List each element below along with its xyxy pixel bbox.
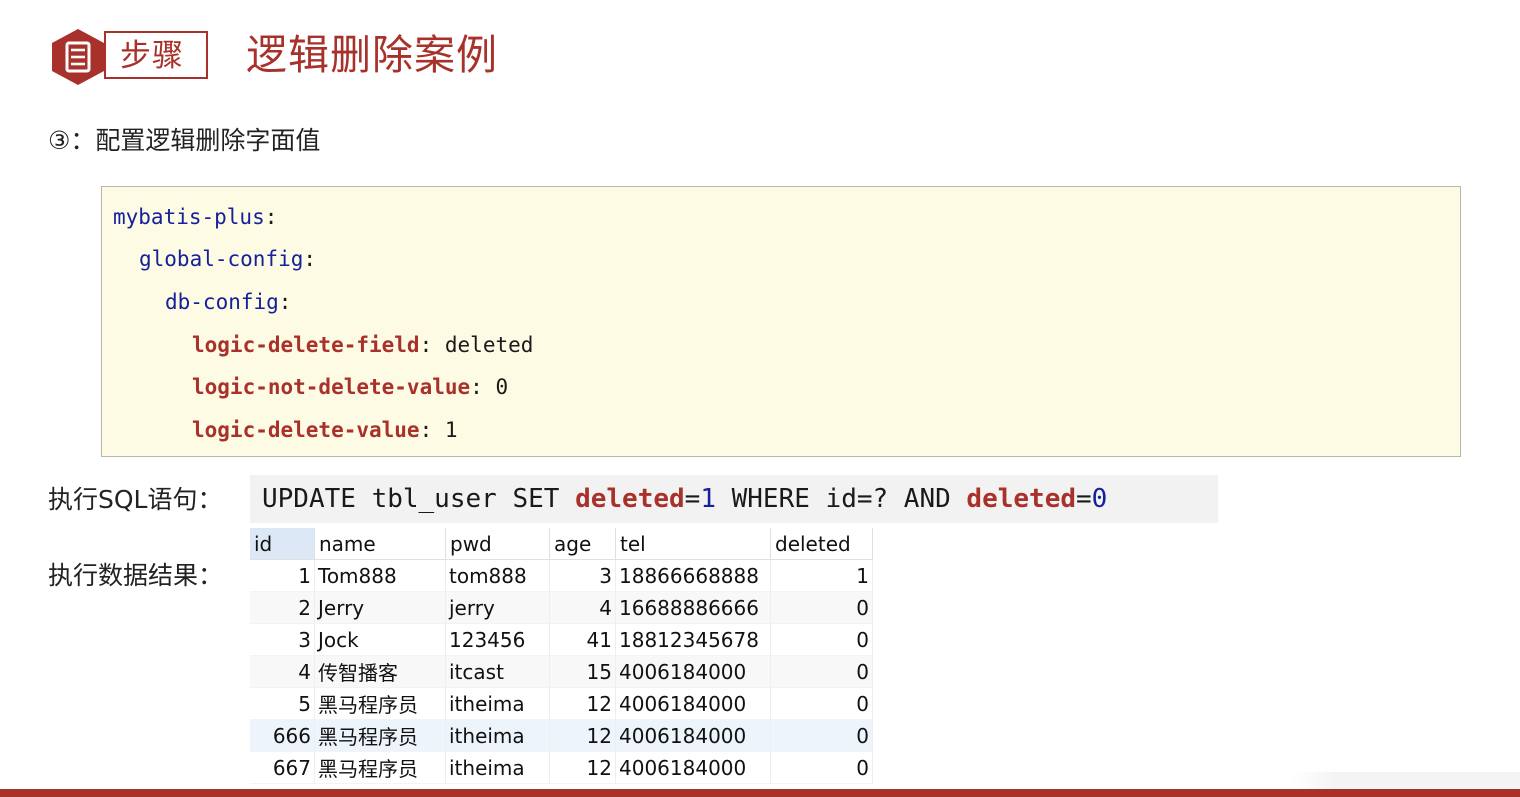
sql-part: = — [1076, 484, 1092, 514]
sql-statement: UPDATE tbl_user SET deleted=1 WHERE id=?… — [262, 481, 1107, 517]
table-row[interactable]: 666 黑马程序员 itheima 12 4006184000 0 — [250, 719, 873, 752]
cell-id[interactable]: 2 — [250, 591, 315, 624]
yaml-key: logic-delete-value — [192, 418, 420, 442]
yaml-value: 0 — [495, 375, 509, 399]
cell-deleted[interactable]: 1 — [770, 559, 873, 592]
cell-name[interactable]: 黑马程序员 — [314, 719, 446, 752]
column-header-name[interactable]: name — [314, 528, 446, 560]
cell-pwd[interactable]: itheima — [445, 751, 550, 784]
code-line-2: global-config: — [139, 244, 316, 274]
cell-pwd[interactable]: 123456 — [445, 623, 550, 656]
code-line-1: mybatis-plus: — [113, 202, 277, 232]
cell-age[interactable]: 4 — [549, 591, 616, 624]
column-header-tel[interactable]: tel — [615, 528, 771, 560]
sql-part: WHERE id=? AND — [715, 484, 967, 514]
cell-tel[interactable]: 4006184000 — [615, 751, 771, 784]
code-line-4: logic-delete-field: deleted — [192, 330, 533, 360]
yaml-separator: : — [470, 375, 483, 399]
bottom-accent-bar — [0, 789, 1520, 797]
sql-part: deleted — [575, 484, 685, 514]
cell-name[interactable]: Jock — [314, 623, 446, 656]
yaml-key: global-config — [139, 247, 304, 271]
cell-id[interactable]: 666 — [250, 719, 315, 752]
yaml-separator: : — [303, 247, 317, 271]
cell-name[interactable]: 传智播客 — [314, 655, 446, 688]
cell-pwd[interactable]: tom888 — [445, 559, 550, 592]
cell-id[interactable]: 667 — [250, 751, 315, 784]
code-line-6: logic-delete-value: 1 — [192, 415, 458, 445]
cell-id[interactable]: 4 — [250, 655, 315, 688]
cell-pwd[interactable]: itheima — [445, 687, 550, 720]
sql-part: UPDATE tbl_user SET — [262, 484, 576, 514]
document-icon — [52, 29, 104, 85]
slide: 步骤 逻辑删除案例 ③：配置逻辑删除字面值 mybatis-plus: glob… — [0, 0, 1520, 797]
yaml-key: logic-not-delete-value — [192, 375, 471, 399]
sql-part: 1 — [700, 484, 716, 514]
yaml-key: mybatis-plus — [113, 205, 265, 229]
cell-age[interactable]: 12 — [549, 719, 616, 752]
cell-age[interactable]: 15 — [549, 655, 616, 688]
sql-label: 执行SQL语句： — [48, 485, 223, 514]
cell-name[interactable]: 黑马程序员 — [314, 751, 446, 784]
table-body: 1 Tom888 tom888 3 18866668888 1 2 Jerry jerry 4 16… — [250, 559, 873, 784]
cell-tel[interactable]: 16688886666 — [615, 591, 771, 624]
table-row[interactable]: 5 黑马程序员 itheima 12 4006184000 0 — [250, 687, 873, 720]
column-header-id[interactable]: id — [250, 528, 315, 560]
cell-tel[interactable]: 4006184000 — [615, 687, 771, 720]
column-header-pwd[interactable]: pwd — [445, 528, 550, 560]
sql-part: deleted — [966, 484, 1076, 514]
column-header-deleted[interactable]: deleted — [770, 528, 873, 560]
result-table: id name pwd age tel deleted 1 Tom888 tom88… — [250, 528, 873, 784]
cell-deleted[interactable]: 0 — [770, 687, 873, 720]
table-row[interactable]: 667 黑马程序员 itheima 12 4006184000 0 — [250, 751, 873, 784]
yaml-key: logic-delete-field — [192, 333, 420, 357]
yaml-separator: : — [419, 333, 433, 357]
cell-pwd[interactable]: jerry — [445, 591, 550, 624]
step-subtitle: ③：配置逻辑删除字面值 — [48, 126, 321, 155]
cell-tel[interactable]: 4006184000 — [615, 655, 771, 688]
cell-deleted[interactable]: 0 — [770, 719, 873, 752]
page-title: 逻辑删除案例 — [246, 31, 498, 79]
cell-deleted[interactable]: 0 — [770, 623, 873, 656]
cell-id[interactable]: 1 — [250, 559, 315, 592]
cell-tel[interactable]: 18866668888 — [615, 559, 771, 592]
yaml-value: deleted — [444, 333, 534, 357]
cell-age[interactable]: 12 — [549, 751, 616, 784]
code-line-5: logic-not-delete-value: 0 — [192, 372, 508, 402]
cell-name[interactable]: Jerry — [314, 591, 446, 624]
code-line-3: db-config: — [165, 287, 291, 317]
step-badge: 步骤 — [50, 28, 210, 85]
sql-statement-box: UPDATE tbl_user SET deleted=1 WHERE id=?… — [250, 475, 1218, 523]
yaml-separator: : — [419, 418, 433, 442]
cell-tel[interactable]: 18812345678 — [615, 623, 771, 656]
yaml-code-block: mybatis-plus: global-config: db-config: … — [101, 186, 1461, 457]
cell-pwd[interactable]: itcast — [445, 655, 550, 688]
yaml-separator: : — [264, 205, 278, 229]
yaml-key: db-config — [165, 290, 279, 314]
cell-age[interactable]: 3 — [549, 559, 616, 592]
cell-tel[interactable]: 4006184000 — [615, 719, 771, 752]
cell-deleted[interactable]: 0 — [770, 751, 873, 784]
cell-id[interactable]: 3 — [250, 623, 315, 656]
cell-age[interactable]: 12 — [549, 687, 616, 720]
table-row[interactable]: 1 Tom888 tom888 3 18866668888 1 — [250, 559, 873, 592]
sql-part: 0 — [1091, 484, 1108, 514]
cell-deleted[interactable]: 0 — [770, 591, 873, 624]
cell-id[interactable]: 5 — [250, 687, 315, 720]
cell-deleted[interactable]: 0 — [770, 655, 873, 688]
cell-name[interactable]: Tom888 — [314, 559, 446, 592]
yaml-value: 1 — [444, 418, 458, 442]
table-row[interactable]: 2 Jerry jerry 4 16688886666 0 — [250, 591, 873, 624]
table-row[interactable]: 3 Jock 123456 41 18812345678 0 — [250, 623, 873, 656]
result-label: 执行数据结果： — [48, 561, 224, 590]
table-header-row: id name pwd age tel deleted — [250, 528, 873, 560]
sql-part: = — [684, 484, 701, 514]
cell-pwd[interactable]: itheima — [445, 719, 550, 752]
yaml-separator: : — [278, 290, 292, 314]
step-label: 步骤 — [120, 38, 184, 74]
cell-name[interactable]: 黑马程序员 — [314, 687, 446, 720]
column-header-age[interactable]: age — [549, 528, 616, 560]
table-row[interactable]: 4 传智播客 itcast 15 4006184000 0 — [250, 655, 873, 688]
cell-age[interactable]: 41 — [549, 623, 616, 656]
